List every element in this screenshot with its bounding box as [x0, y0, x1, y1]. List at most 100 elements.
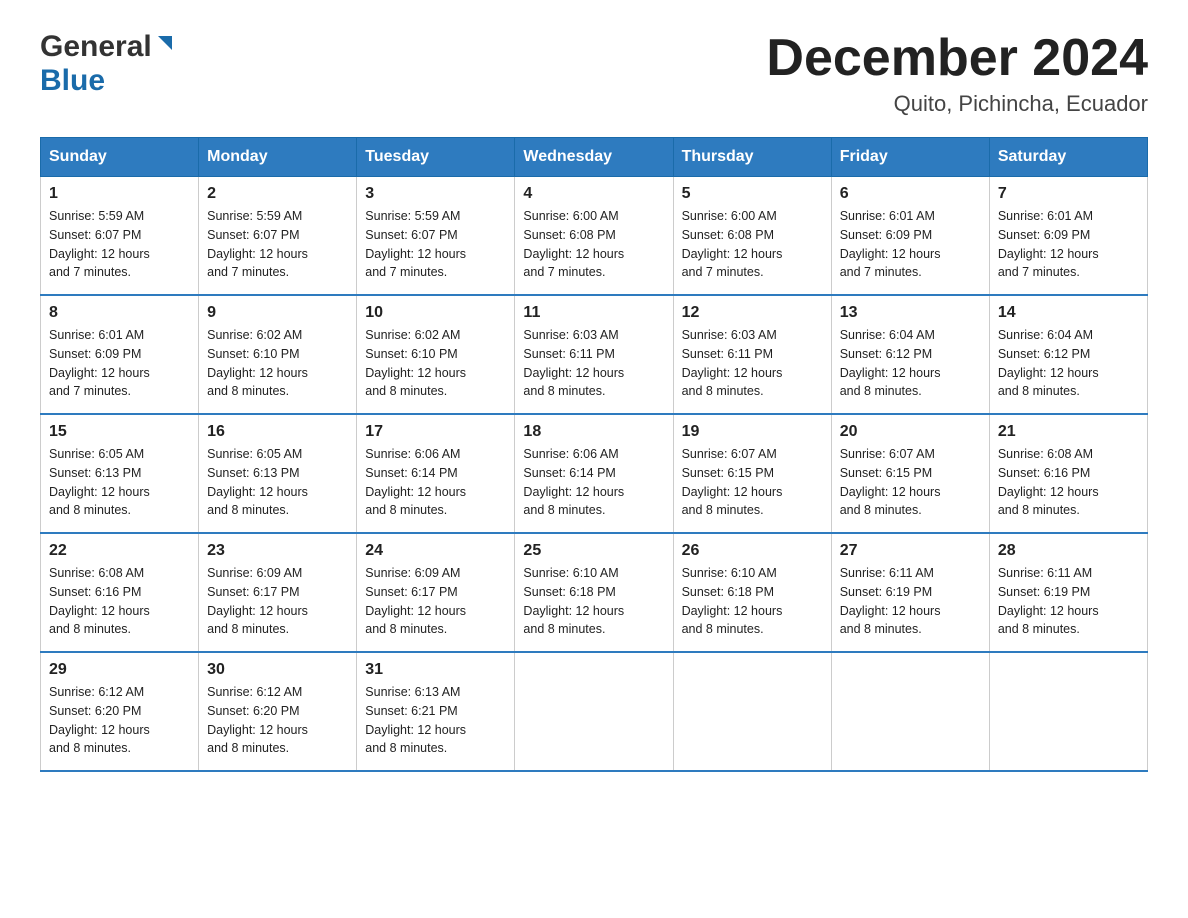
logo: General Blue	[40, 30, 176, 98]
day-info: Sunrise: 6:13 AM Sunset: 6:21 PM Dayligh…	[365, 683, 506, 758]
table-row: 16 Sunrise: 6:05 AM Sunset: 6:13 PM Dayl…	[199, 414, 357, 533]
logo-arrow-icon	[154, 34, 176, 56]
logo-general-text: General	[40, 30, 152, 64]
day-info: Sunrise: 6:10 AM Sunset: 6:18 PM Dayligh…	[682, 564, 823, 639]
col-thursday: Thursday	[673, 138, 831, 177]
day-number: 5	[682, 185, 823, 203]
col-friday: Friday	[831, 138, 989, 177]
table-row: 23 Sunrise: 6:09 AM Sunset: 6:17 PM Dayl…	[199, 533, 357, 652]
table-row: 13 Sunrise: 6:04 AM Sunset: 6:12 PM Dayl…	[831, 295, 989, 414]
day-info: Sunrise: 6:00 AM Sunset: 6:08 PM Dayligh…	[523, 207, 664, 282]
day-number: 17	[365, 423, 506, 441]
day-number: 6	[840, 185, 981, 203]
calendar-week-row: 22 Sunrise: 6:08 AM Sunset: 6:16 PM Dayl…	[41, 533, 1148, 652]
day-number: 10	[365, 304, 506, 322]
table-row: 10 Sunrise: 6:02 AM Sunset: 6:10 PM Dayl…	[357, 295, 515, 414]
table-row: 30 Sunrise: 6:12 AM Sunset: 6:20 PM Dayl…	[199, 652, 357, 771]
day-number: 31	[365, 661, 506, 679]
day-number: 8	[49, 304, 190, 322]
table-row: 26 Sunrise: 6:10 AM Sunset: 6:18 PM Dayl…	[673, 533, 831, 652]
col-tuesday: Tuesday	[357, 138, 515, 177]
day-info: Sunrise: 6:10 AM Sunset: 6:18 PM Dayligh…	[523, 564, 664, 639]
day-number: 18	[523, 423, 664, 441]
table-row: 7 Sunrise: 6:01 AM Sunset: 6:09 PM Dayli…	[989, 177, 1147, 296]
day-number: 2	[207, 185, 348, 203]
day-info: Sunrise: 6:09 AM Sunset: 6:17 PM Dayligh…	[365, 564, 506, 639]
table-row: 20 Sunrise: 6:07 AM Sunset: 6:15 PM Dayl…	[831, 414, 989, 533]
day-info: Sunrise: 6:12 AM Sunset: 6:20 PM Dayligh…	[49, 683, 190, 758]
col-wednesday: Wednesday	[515, 138, 673, 177]
table-row: 31 Sunrise: 6:13 AM Sunset: 6:21 PM Dayl…	[357, 652, 515, 771]
table-row: 4 Sunrise: 6:00 AM Sunset: 6:08 PM Dayli…	[515, 177, 673, 296]
day-info: Sunrise: 6:06 AM Sunset: 6:14 PM Dayligh…	[523, 445, 664, 520]
day-info: Sunrise: 6:07 AM Sunset: 6:15 PM Dayligh…	[682, 445, 823, 520]
table-row: 6 Sunrise: 6:01 AM Sunset: 6:09 PM Dayli…	[831, 177, 989, 296]
day-number: 30	[207, 661, 348, 679]
table-row	[989, 652, 1147, 771]
day-number: 16	[207, 423, 348, 441]
month-title: December 2024	[766, 30, 1148, 87]
table-row: 5 Sunrise: 6:00 AM Sunset: 6:08 PM Dayli…	[673, 177, 831, 296]
table-row: 8 Sunrise: 6:01 AM Sunset: 6:09 PM Dayli…	[41, 295, 199, 414]
day-info: Sunrise: 6:07 AM Sunset: 6:15 PM Dayligh…	[840, 445, 981, 520]
table-row: 1 Sunrise: 5:59 AM Sunset: 6:07 PM Dayli…	[41, 177, 199, 296]
table-row: 28 Sunrise: 6:11 AM Sunset: 6:19 PM Dayl…	[989, 533, 1147, 652]
table-row: 14 Sunrise: 6:04 AM Sunset: 6:12 PM Dayl…	[989, 295, 1147, 414]
table-row	[673, 652, 831, 771]
day-info: Sunrise: 6:11 AM Sunset: 6:19 PM Dayligh…	[998, 564, 1139, 639]
table-row: 9 Sunrise: 6:02 AM Sunset: 6:10 PM Dayli…	[199, 295, 357, 414]
day-info: Sunrise: 5:59 AM Sunset: 6:07 PM Dayligh…	[207, 207, 348, 282]
day-number: 9	[207, 304, 348, 322]
day-number: 14	[998, 304, 1139, 322]
table-row: 29 Sunrise: 6:12 AM Sunset: 6:20 PM Dayl…	[41, 652, 199, 771]
table-row: 15 Sunrise: 6:05 AM Sunset: 6:13 PM Dayl…	[41, 414, 199, 533]
day-number: 22	[49, 542, 190, 560]
day-number: 29	[49, 661, 190, 679]
table-row	[515, 652, 673, 771]
day-number: 26	[682, 542, 823, 560]
col-monday: Monday	[199, 138, 357, 177]
table-row: 19 Sunrise: 6:07 AM Sunset: 6:15 PM Dayl…	[673, 414, 831, 533]
calendar-week-row: 1 Sunrise: 5:59 AM Sunset: 6:07 PM Dayli…	[41, 177, 1148, 296]
table-row: 12 Sunrise: 6:03 AM Sunset: 6:11 PM Dayl…	[673, 295, 831, 414]
day-number: 25	[523, 542, 664, 560]
day-info: Sunrise: 6:05 AM Sunset: 6:13 PM Dayligh…	[207, 445, 348, 520]
day-info: Sunrise: 5:59 AM Sunset: 6:07 PM Dayligh…	[365, 207, 506, 282]
day-number: 21	[998, 423, 1139, 441]
logo-blue-text: Blue	[40, 64, 105, 97]
table-row: 24 Sunrise: 6:09 AM Sunset: 6:17 PM Dayl…	[357, 533, 515, 652]
table-row: 17 Sunrise: 6:06 AM Sunset: 6:14 PM Dayl…	[357, 414, 515, 533]
table-row: 2 Sunrise: 5:59 AM Sunset: 6:07 PM Dayli…	[199, 177, 357, 296]
day-info: Sunrise: 6:03 AM Sunset: 6:11 PM Dayligh…	[682, 326, 823, 401]
day-number: 15	[49, 423, 190, 441]
table-row: 27 Sunrise: 6:11 AM Sunset: 6:19 PM Dayl…	[831, 533, 989, 652]
day-info: Sunrise: 6:01 AM Sunset: 6:09 PM Dayligh…	[49, 326, 190, 401]
calendar-week-row: 15 Sunrise: 6:05 AM Sunset: 6:13 PM Dayl…	[41, 414, 1148, 533]
day-info: Sunrise: 6:11 AM Sunset: 6:19 PM Dayligh…	[840, 564, 981, 639]
day-number: 20	[840, 423, 981, 441]
table-row: 3 Sunrise: 5:59 AM Sunset: 6:07 PM Dayli…	[357, 177, 515, 296]
day-number: 23	[207, 542, 348, 560]
table-row: 21 Sunrise: 6:08 AM Sunset: 6:16 PM Dayl…	[989, 414, 1147, 533]
day-number: 11	[523, 304, 664, 322]
day-info: Sunrise: 6:02 AM Sunset: 6:10 PM Dayligh…	[207, 326, 348, 401]
col-saturday: Saturday	[989, 138, 1147, 177]
day-info: Sunrise: 6:01 AM Sunset: 6:09 PM Dayligh…	[840, 207, 981, 282]
day-info: Sunrise: 6:04 AM Sunset: 6:12 PM Dayligh…	[840, 326, 981, 401]
day-info: Sunrise: 6:02 AM Sunset: 6:10 PM Dayligh…	[365, 326, 506, 401]
day-number: 4	[523, 185, 664, 203]
table-row: 11 Sunrise: 6:03 AM Sunset: 6:11 PM Dayl…	[515, 295, 673, 414]
location-subtitle: Quito, Pichincha, Ecuador	[766, 91, 1148, 117]
day-info: Sunrise: 6:09 AM Sunset: 6:17 PM Dayligh…	[207, 564, 348, 639]
day-number: 7	[998, 185, 1139, 203]
day-number: 12	[682, 304, 823, 322]
day-number: 24	[365, 542, 506, 560]
day-number: 3	[365, 185, 506, 203]
calendar-header-row: Sunday Monday Tuesday Wednesday Thursday…	[41, 138, 1148, 177]
table-row: 25 Sunrise: 6:10 AM Sunset: 6:18 PM Dayl…	[515, 533, 673, 652]
day-info: Sunrise: 5:59 AM Sunset: 6:07 PM Dayligh…	[49, 207, 190, 282]
calendar-week-row: 8 Sunrise: 6:01 AM Sunset: 6:09 PM Dayli…	[41, 295, 1148, 414]
table-row	[831, 652, 989, 771]
day-info: Sunrise: 6:12 AM Sunset: 6:20 PM Dayligh…	[207, 683, 348, 758]
day-info: Sunrise: 6:05 AM Sunset: 6:13 PM Dayligh…	[49, 445, 190, 520]
